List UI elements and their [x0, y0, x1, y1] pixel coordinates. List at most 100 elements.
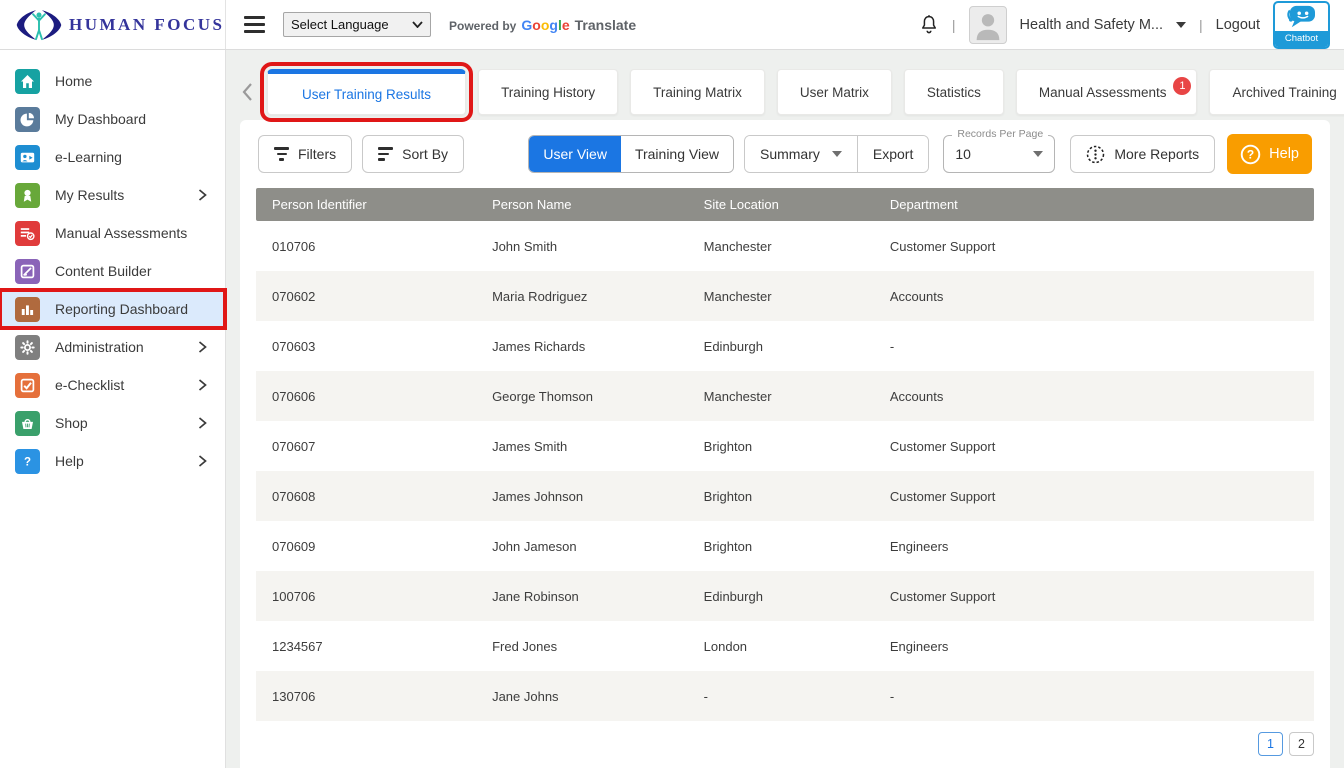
divider: |: [952, 17, 956, 33]
sort-icon: [378, 147, 393, 160]
table-cell: London: [688, 639, 874, 654]
tab-manual-assessments[interactable]: Manual Assessments1: [1016, 69, 1198, 115]
table-cell: 070607: [256, 439, 476, 454]
records-per-page-label: Records Per Page: [952, 128, 1048, 140]
sidebar-item-label: My Results: [55, 187, 183, 203]
user-view-toggle[interactable]: User View: [529, 136, 621, 172]
notification-bell-icon[interactable]: [919, 13, 939, 36]
more-reports-button[interactable]: More Reports: [1070, 135, 1215, 173]
sidebar-item-label: Shop: [55, 415, 183, 431]
table-row[interactable]: 100706Jane RobinsonEdinburghCustomer Sup…: [256, 571, 1314, 621]
hamburger-menu-icon[interactable]: [244, 16, 265, 33]
language-select-value: Select Language: [291, 17, 389, 32]
person-silhouette-icon: [970, 7, 1006, 43]
table-cell: Edinburgh: [688, 589, 874, 604]
table-cell: James Johnson: [476, 489, 688, 504]
user-menu-caret-icon[interactable]: [1176, 22, 1186, 28]
chevron-right-icon: [198, 455, 207, 467]
pagination: 12: [256, 722, 1314, 768]
column-header-site-location: Site Location: [688, 197, 874, 212]
sidebar-item-e-checklist[interactable]: e-Checklist: [0, 366, 225, 404]
sidebar-item-manual-assessments[interactable]: Manual Assessments: [0, 214, 225, 252]
tab-user-matrix[interactable]: User Matrix: [777, 69, 892, 115]
sidebar-item-shop[interactable]: Shop: [0, 404, 225, 442]
sidebar-item-my-results[interactable]: My Results: [0, 176, 225, 214]
help-label: Help: [1269, 146, 1299, 162]
tabs-scroll-left-icon[interactable]: [240, 82, 255, 102]
topbar: HUMAN FOCUS Select Language Powered by G…: [0, 0, 1344, 50]
sidebar-item-e-learning[interactable]: e-Learning: [0, 138, 225, 176]
records-per-page-select[interactable]: Records Per Page 10: [943, 135, 1055, 173]
sort-by-button[interactable]: Sort By: [362, 135, 464, 173]
tab-label: User Matrix: [800, 85, 869, 100]
tab-training-history[interactable]: Training History: [478, 69, 618, 115]
sidebar-item-reporting-dashboard[interactable]: Reporting Dashboard: [0, 290, 225, 328]
question-circle-icon: ?: [1240, 144, 1261, 165]
table-cell: Manchester: [688, 239, 874, 254]
tab-statistics[interactable]: Statistics: [904, 69, 1004, 115]
table-cell: Manchester: [688, 289, 874, 304]
user-menu[interactable]: Health and Safety M...: [1020, 17, 1163, 33]
summary-export-group: Summary Export: [744, 135, 929, 173]
table-row[interactable]: 070606George ThomsonManchesterAccounts: [256, 371, 1314, 421]
chatbot-button[interactable]: Chatbot: [1273, 1, 1330, 49]
filters-button[interactable]: Filters: [258, 135, 352, 173]
avatar[interactable]: [969, 6, 1007, 44]
table-row[interactable]: 070608James JohnsonBrightonCustomer Supp…: [256, 471, 1314, 521]
tab-label: Archived Training: [1232, 85, 1336, 100]
tabs-row: User Training Results Training History Tra…: [240, 68, 1330, 116]
tab-user-training-results[interactable]: User Training Results: [267, 69, 466, 115]
export-button[interactable]: Export: [857, 136, 928, 172]
sidebar-item-label: Administration: [55, 339, 183, 355]
brand-name: HUMAN FOCUS: [69, 15, 224, 35]
table-cell: -: [688, 689, 874, 704]
logout-button[interactable]: Logout: [1216, 17, 1260, 33]
table-row[interactable]: 130706Jane Johns--: [256, 671, 1314, 721]
tab-label: Manual Assessments: [1039, 85, 1167, 100]
language-select[interactable]: Select Language: [283, 12, 431, 37]
sidebar-item-my-dashboard[interactable]: My Dashboard: [0, 100, 225, 138]
translate-label: Translate: [575, 17, 636, 33]
user-view-label: User View: [543, 146, 607, 162]
shop-icon: [15, 411, 40, 436]
sidebar-item-home[interactable]: Home: [0, 62, 225, 100]
table-cell: Customer Support: [874, 439, 1314, 454]
table-cell: John Jameson: [476, 539, 688, 554]
training-view-toggle[interactable]: Training View: [621, 136, 733, 172]
tab-training-matrix[interactable]: Training Matrix: [630, 69, 765, 115]
page-button-1[interactable]: 1: [1258, 732, 1283, 756]
table-row[interactable]: 1234567Fred JonesLondonEngineers: [256, 621, 1314, 671]
tab-archived-training[interactable]: Archived Training: [1209, 69, 1344, 115]
table-cell: Customer Support: [874, 239, 1314, 254]
page-button-2[interactable]: 2: [1289, 732, 1314, 756]
tab-label: User Training Results: [302, 87, 431, 102]
table-cell: James Richards: [476, 339, 688, 354]
help-button[interactable]: ? Help: [1227, 134, 1312, 174]
table-row[interactable]: 070603James RichardsEdinburgh-: [256, 321, 1314, 371]
topbar-right: | Health and Safety M... | Logout: [919, 0, 1330, 49]
column-header-person-identifier: Person Identifier: [256, 197, 476, 212]
sidebar-item-administration[interactable]: Administration: [0, 328, 225, 366]
table-cell: Brighton: [688, 489, 874, 504]
table-cell: Engineers: [874, 639, 1314, 654]
google-translate-attribution: Powered by Google Translate: [449, 17, 636, 33]
table-cell: 070606: [256, 389, 476, 404]
brand-logo[interactable]: HUMAN FOCUS: [0, 0, 226, 49]
filter-icon: [274, 147, 289, 160]
main-content: User Training ResultsTraining HistoryTra…: [226, 50, 1344, 768]
table-cell: Brighton: [688, 539, 874, 554]
table-row[interactable]: 010706John SmithManchesterCustomer Suppo…: [256, 221, 1314, 271]
sidebar-item-content-builder[interactable]: Content Builder: [0, 252, 225, 290]
table-row[interactable]: 070607James SmithBrightonCustomer Suppor…: [256, 421, 1314, 471]
table-row[interactable]: 070609John JamesonBrightonEngineers: [256, 521, 1314, 571]
table-cell: Customer Support: [874, 489, 1314, 504]
sidebar-item-label: Home: [55, 73, 210, 89]
sidebar-item-label: Help: [55, 453, 183, 469]
column-header-department: Department: [874, 197, 1314, 212]
table-row[interactable]: 070602Maria RodriguezManchesterAccounts: [256, 271, 1314, 321]
summary-dropdown[interactable]: Summary: [745, 136, 857, 172]
sidebar-item-help[interactable]: ?Help: [0, 442, 225, 480]
svg-text:?: ?: [1247, 147, 1254, 161]
google-logo-text: Google: [521, 17, 569, 33]
chatbot-icon: [1285, 3, 1319, 31]
